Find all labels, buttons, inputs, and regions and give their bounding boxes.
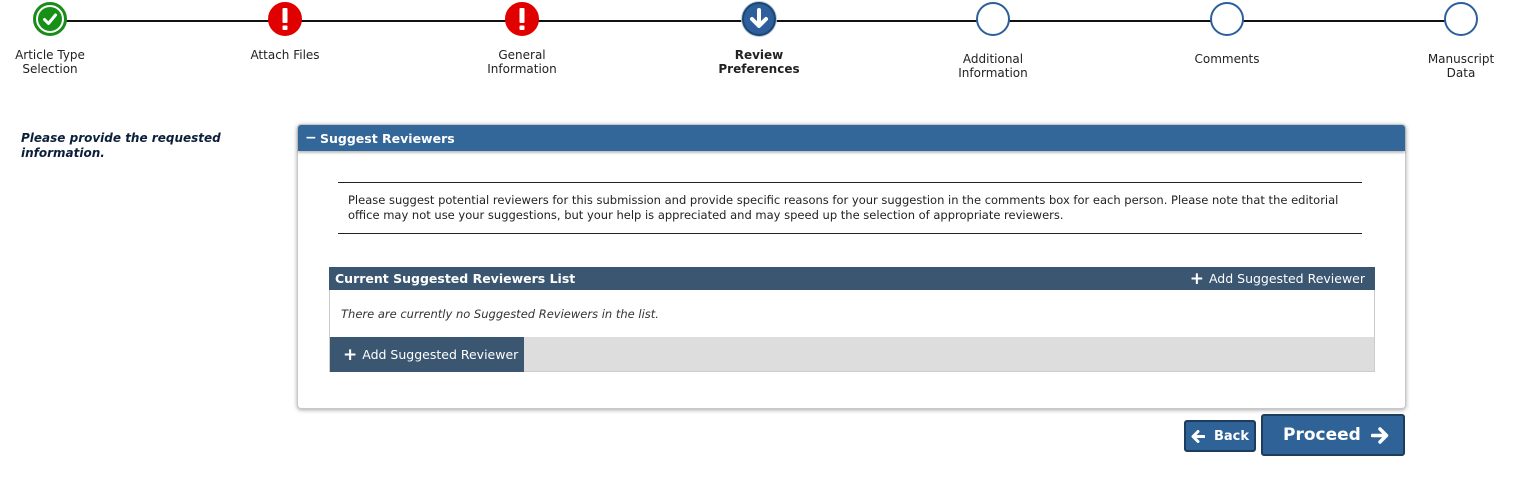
step-label: Review Preferences xyxy=(718,48,800,76)
proceed-label: Proceed xyxy=(1283,425,1361,445)
panel-intro-text: Please suggest potential reviewers for t… xyxy=(338,182,1362,234)
step-label: Attach Files xyxy=(250,48,320,62)
plus-icon: + xyxy=(343,344,358,365)
arrow-right-icon xyxy=(1371,426,1389,444)
add-suggested-reviewer-link[interactable]: + Add Suggested Reviewer xyxy=(1189,268,1365,289)
step-general-information[interactable]: General Information xyxy=(452,0,592,76)
add-suggested-reviewer-button[interactable]: + Add Suggested Reviewer xyxy=(330,337,524,372)
step-incomplete-indicator xyxy=(1444,2,1478,36)
step-review-preferences[interactable]: Review Preferences xyxy=(689,0,829,76)
checkmark-icon xyxy=(38,7,62,31)
step-complete-indicator xyxy=(33,2,67,36)
page-instructions: Please provide the requested information… xyxy=(21,131,221,160)
step-manuscript-data[interactable]: Manuscript Data xyxy=(1391,0,1518,80)
exclamation-icon xyxy=(505,2,539,36)
proceed-button[interactable]: Proceed xyxy=(1261,414,1405,456)
exclamation-icon xyxy=(268,2,302,36)
back-label: Back xyxy=(1213,428,1250,444)
step-label: General Information xyxy=(487,48,557,76)
panel-title: Suggest Reviewers xyxy=(320,130,455,146)
arrow-down-icon xyxy=(742,2,776,36)
step-additional-information[interactable]: Additional Information xyxy=(923,0,1063,80)
step-article-type-selection[interactable]: Article Type Selection xyxy=(0,0,120,76)
step-incomplete-indicator xyxy=(976,2,1010,36)
step-comments[interactable]: Comments xyxy=(1157,0,1297,66)
back-button[interactable]: Back xyxy=(1184,420,1256,452)
suggested-reviewers-list: Current Suggested Reviewers List + Add S… xyxy=(329,267,1375,372)
step-attach-files[interactable]: Attach Files xyxy=(215,0,355,62)
list-footer: + Add Suggested Reviewer xyxy=(329,337,1375,372)
minus-icon: − xyxy=(305,130,317,146)
plus-icon: + xyxy=(1189,268,1204,289)
suggest-reviewers-panel: − Suggest Reviewers Please suggest poten… xyxy=(297,124,1406,409)
step-label: Article Type Selection xyxy=(15,48,85,76)
panel-header-toggle[interactable]: − Suggest Reviewers xyxy=(298,125,1405,151)
step-incomplete-indicator xyxy=(1210,2,1244,36)
add-link-label: Add Suggested Reviewer xyxy=(1208,271,1365,286)
step-label: Comments xyxy=(1194,52,1260,66)
list-header: Current Suggested Reviewers List + Add S… xyxy=(329,267,1375,290)
step-label: Additional Information xyxy=(958,52,1028,80)
arrow-left-icon xyxy=(1191,429,1205,443)
list-title: Current Suggested Reviewers List xyxy=(335,271,576,286)
empty-list-message: There are currently no Suggested Reviewe… xyxy=(329,290,1375,337)
step-label: Manuscript Data xyxy=(1427,52,1495,80)
add-button-label: Add Suggested Reviewer xyxy=(362,347,519,362)
